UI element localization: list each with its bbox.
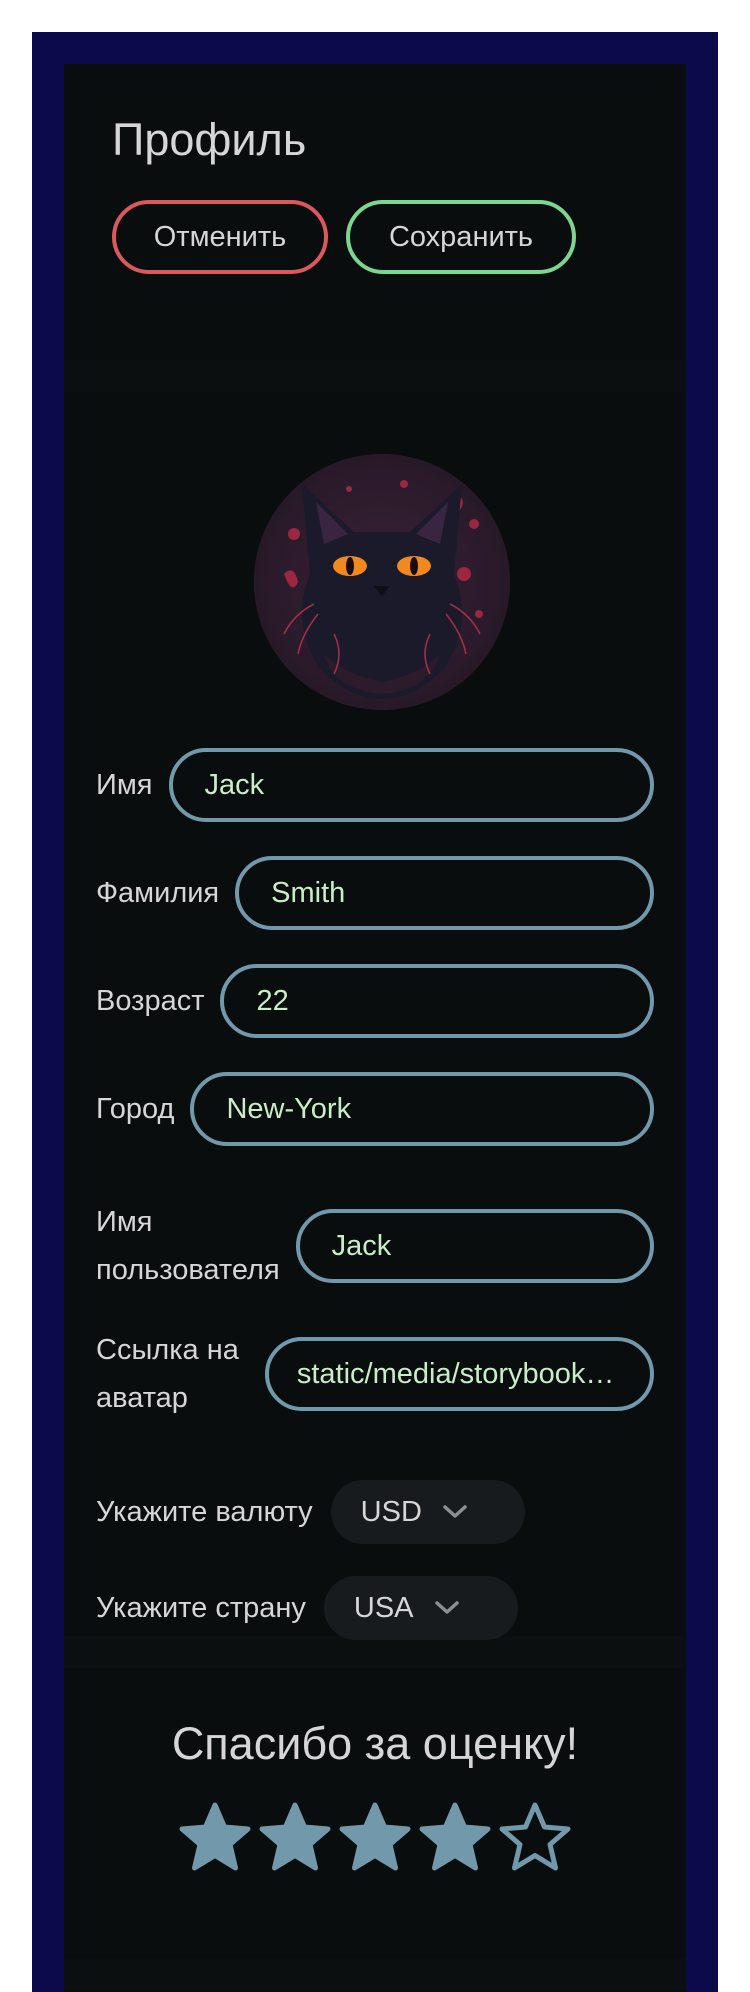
currency-label: Укажите валюту <box>96 1496 313 1528</box>
rating-stars <box>178 1798 572 1876</box>
star-icon[interactable] <box>178 1798 252 1876</box>
profile-card: Имя Фамилия Возраст Город Имя <box>64 392 686 1640</box>
currency-select[interactable]: USD <box>330 1480 525 1544</box>
chevron-down-icon <box>443 1505 467 1518</box>
avatar-link-label-line2: аватар <box>96 1382 188 1414</box>
page-column: Профиль Отменить Сохранить Имя Jack Фами… <box>64 64 686 1992</box>
currency-row: Укажите валюту USD <box>96 1480 654 1544</box>
country-select[interactable]: USA <box>323 1576 518 1640</box>
first-name-label: Имя <box>96 769 153 801</box>
cancel-button[interactable]: Отменить <box>112 200 328 274</box>
country-label: Укажите страну <box>96 1592 306 1624</box>
username-input[interactable] <box>295 1209 654 1283</box>
rating-card: Спасибо за оценку! <box>64 1668 686 1958</box>
page-title: Профиль <box>112 114 307 165</box>
username-label-line2: пользователя <box>96 1254 280 1286</box>
first-name-row: Имя <box>96 748 654 822</box>
chevron-down-icon <box>434 1601 459 1614</box>
age-input[interactable] <box>220 964 654 1038</box>
star-icon[interactable] <box>338 1798 412 1876</box>
city-row: Город <box>96 1072 654 1146</box>
star-icon[interactable] <box>418 1798 492 1876</box>
rating-title: Спасибо за оценку! <box>171 1718 579 1769</box>
last-name-input[interactable] <box>235 856 654 930</box>
age-row: Возраст <box>96 964 654 1038</box>
avatar-link-label-line1: Ссылка на <box>96 1334 239 1366</box>
star-icon[interactable] <box>258 1798 332 1876</box>
first-name-input[interactable] <box>168 748 654 822</box>
save-button[interactable]: Сохранить <box>346 200 576 274</box>
country-value: USA <box>353 1591 414 1624</box>
city-input[interactable] <box>190 1072 654 1146</box>
city-label: Город <box>96 1093 175 1125</box>
avatar-image <box>254 454 510 710</box>
username-row: Имя пользователя <box>96 1198 654 1294</box>
avatar-link-row: Ссылка на аватар <box>96 1326 654 1422</box>
username-label-line1: Имя <box>96 1206 153 1238</box>
last-name-row: Фамилия <box>96 856 654 930</box>
star-icon[interactable] <box>498 1798 572 1876</box>
avatar-link-input[interactable] <box>264 1337 654 1411</box>
avatar <box>254 454 510 710</box>
age-label: Возраст <box>96 985 205 1017</box>
avatar-link-label: Ссылка на аватар <box>96 1326 239 1422</box>
page-frame: Профиль Отменить Сохранить Имя Jack Фами… <box>32 32 718 1992</box>
country-row: Укажите страну USA <box>96 1576 654 1640</box>
profile-header-card: Профиль Отменить Сохранить <box>64 64 686 360</box>
currency-value: USD <box>360 1495 422 1528</box>
last-name-label: Фамилия <box>96 877 220 909</box>
username-label: Имя пользователя <box>96 1198 280 1294</box>
